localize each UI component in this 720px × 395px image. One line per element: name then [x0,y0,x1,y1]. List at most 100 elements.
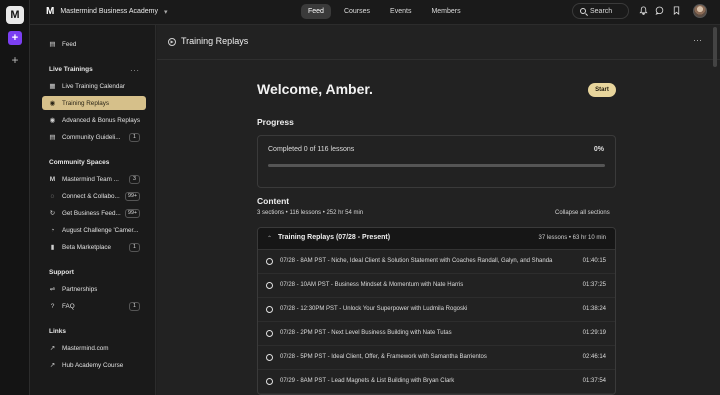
partnership-icon: ⇌ [49,286,56,293]
clock-icon: ◔ [50,226,55,234]
lesson-title: 07/28 - 5PM PST - Ideal Client, Offer, &… [280,354,487,360]
lesson-status-radio[interactable] [266,330,273,337]
community-name: Mastermind Business Academy [60,8,158,15]
nav-events[interactable]: Events [383,4,418,19]
external-link-icon: ↗ [49,345,56,352]
nav-members[interactable]: Members [424,4,467,19]
lesson-title: 07/28 - 2PM PST - Next Level Business Bu… [280,330,452,336]
app-rail: M + + [0,0,30,395]
add-icon[interactable]: + [9,54,21,66]
sidebar-item-partnerships[interactable]: ⇌ Partnerships [42,282,146,296]
page-header: ▶ Training Replays ··· [157,25,720,60]
sidebar-item-live-training-calendar[interactable]: ▦ Live Training Calendar [42,79,146,93]
bell-icon[interactable] [639,6,648,15]
lesson-row[interactable]: 07/28 - 8AM PST - Niche, Ideal Client & … [258,250,615,274]
sidebar-link-mastermind[interactable]: ↗ Mastermind.com [42,341,146,355]
nav-courses[interactable]: Courses [337,4,377,19]
lesson-title: 07/28 - 12:30PM PST - Unlock Your Superp… [280,306,468,312]
lesson-row[interactable]: 07/28 - 2PM PST - Next Level Business Bu… [258,322,615,346]
content-summary: 3 sections • 116 lessons • 252 hr 54 min [257,210,364,216]
bookmark-icon[interactable] [672,6,681,15]
lesson-status-radio[interactable] [266,354,273,361]
lesson-duration: 02:46:14 [582,354,606,360]
collapse-all-button[interactable]: Collapse all sections [555,210,610,216]
question-icon: ? [50,302,55,310]
lesson-status-radio[interactable] [266,378,273,385]
lesson-row[interactable]: 07/29 - 8AM PST - Lead Magnets & List Bu… [258,370,615,394]
sidebar-item-label: Training Replays [62,99,110,107]
community-spaces-heading: Community Spaces [49,159,110,166]
sidebar-item-connect-collaborate[interactable]: ◌ Connect & Collabo... 99+ [42,189,146,203]
document-icon: ▤ [49,134,56,141]
lesson-row[interactable]: 07/28 - 12:30PM PST - Unlock Your Superp… [258,298,615,322]
community-logo[interactable]: M [6,6,24,24]
brand-icon: M [49,175,56,183]
section-meta: 37 lessons • 63 hr 10 min [538,235,606,241]
start-button[interactable]: Start [588,83,616,97]
feed-icon: ▤ [49,41,56,48]
sidebar-item-faq[interactable]: ? FAQ 1 [42,299,146,313]
sidebar-item-label: Get Business Feed... [62,209,121,217]
page-title: Training Replays [181,36,249,46]
progress-card: Completed 0 of 116 lessons 0% [257,135,616,188]
lesson-row[interactable]: 07/28 - 5PM PST - Ideal Client, Offer, &… [258,346,615,370]
lesson-title: 07/29 - 8AM PST - Lead Magnets & List Bu… [280,378,455,384]
lesson-duration: 01:37:25 [582,282,606,288]
more-options-icon[interactable]: ··· [693,35,702,45]
scrollbar[interactable] [713,27,717,67]
lesson-status-radio[interactable] [266,258,273,265]
lesson-status-radio[interactable] [266,282,273,289]
main-content: ▶ Training Replays ··· Welcome, Amber. S… [157,25,720,395]
search-icon [580,8,586,14]
lesson-row[interactable]: 07/28 - 10AM PST - Business Mindset & Mo… [258,274,615,298]
lesson-title: 07/28 - 10AM PST - Business Mindset & Mo… [280,282,464,288]
sidebar-item-label: Advanced & Bonus Replays [62,116,141,124]
count-badge: 1 [129,302,140,311]
sidebar-item-feed[interactable]: ▤ Feed [42,37,146,51]
community-switcher[interactable]: M Mastermind Business Academy ▾ [46,6,168,17]
sidebar-item-mastermind-team[interactable]: M Mastermind Team ... 3 [42,172,146,186]
new-community-button[interactable]: + [8,31,22,45]
replay-icon: ◉ [49,100,56,107]
sidebar-item-community-guidelines[interactable]: ▤ Community Guideli... 1 [42,130,146,144]
chevron-down-icon: ▾ [164,8,168,16]
megaphone-icon: ▮ [50,244,55,251]
sidebar-item-get-business-feedback[interactable]: ↻ Get Business Feed... 99+ [42,206,146,220]
sidebar-item-advanced-bonus-replays[interactable]: ◉ Advanced & Bonus Replays [42,113,146,127]
sidebar-item-label: Community Guideli... [62,133,121,141]
lesson-status-radio[interactable] [266,306,273,313]
sidebar-item-august-challenge[interactable]: ◔ August Challenge 'Camer... [42,223,146,237]
nav-feed[interactable]: Feed [301,4,331,19]
sidebar-item-training-replays[interactable]: ◉ Training Replays [42,96,146,110]
count-badge: 1 [129,243,140,252]
support-heading: Support [49,269,74,276]
count-badge: 99+ [125,209,140,218]
sidebar-item-label: Hub Academy Course [62,361,124,369]
calendar-icon: ▦ [49,83,56,90]
sidebar-item-label: Feed [62,40,77,48]
play-circle-icon: ▶ [168,38,176,46]
links-heading: Links [49,328,66,335]
sidebar-link-hub-academy[interactable]: ↗ Hub Academy Course [42,358,146,372]
sidebar-item-label: FAQ [62,302,75,310]
chat-icon[interactable] [655,6,664,15]
sidebar-item-beta-marketplace[interactable]: ▮ Beta Marketplace 1 [42,240,146,254]
course-section: ⌃ Training Replays (07/28 - Present) 37 … [257,227,616,395]
count-badge: 99+ [125,192,140,201]
chevron-up-icon: ⌃ [267,236,273,242]
sidebar-item-label: Partnerships [62,285,98,293]
avatar[interactable] [693,4,707,18]
search-label: Search [590,7,613,15]
progress-bar [268,164,605,167]
sidebar: ▤ Feed Live Trainings ··· ▦ Live Trainin… [30,25,156,395]
replay-icon: ◉ [49,117,56,124]
more-options-icon[interactable]: ··· [130,66,140,75]
section-header[interactable]: ⌃ Training Replays (07/28 - Present) 37 … [258,228,615,250]
welcome-heading: Welcome, Amber. [257,81,373,97]
content-heading: Content [257,196,290,206]
top-bar: M Mastermind Business Academy ▾ Feed Cou… [30,0,720,25]
count-badge: 1 [129,133,140,142]
search-button[interactable]: Search [572,3,629,19]
lesson-duration: 01:40:15 [582,258,606,264]
lesson-duration: 01:37:54 [582,378,606,384]
